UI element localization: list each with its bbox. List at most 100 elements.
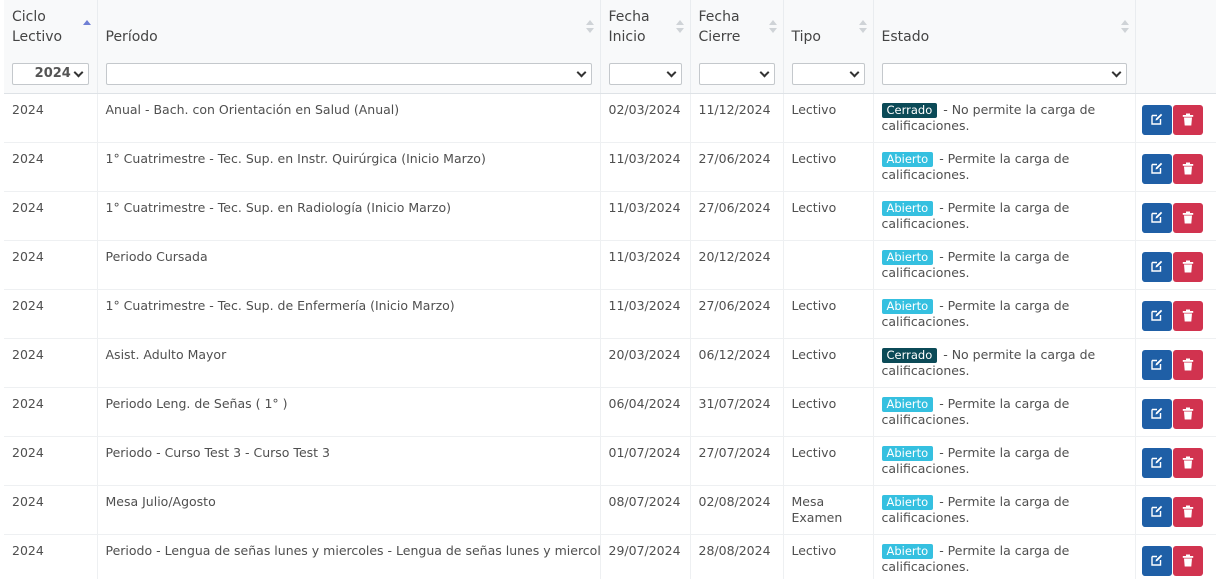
sort-icon[interactable] [768,20,777,34]
cell-ciclo: 2024 [4,240,98,290]
delete-button[interactable] [1172,153,1203,184]
edit-button[interactable] [1141,202,1172,233]
sort-icon[interactable] [585,20,594,34]
edit-button[interactable] [1141,398,1172,429]
sort-icon[interactable] [675,20,684,34]
edit-button[interactable] [1141,251,1172,282]
header-row: Ciclo Lectivo Período Fecha Inicio Fecha… [4,0,1216,56]
delete-button[interactable] [1172,398,1203,429]
sort-icon[interactable] [858,20,867,34]
cell-estado: Abierto - Permite la carga de calificaci… [873,485,1136,535]
cell-fecha-cierre: 20/12/2024 [690,240,784,290]
status-badge: Abierto [881,249,934,265]
cell-periodo: Periodo - Curso Test 3 - Curso Test 3 [97,436,601,486]
filter-estado-select[interactable] [881,63,1127,86]
cell-fecha-cierre: 31/07/2024 [690,387,784,437]
cell-ciclo: 2024 [4,289,98,339]
delete-button[interactable] [1172,545,1203,576]
cell-periodo: Periodo Leng. de Señas ( 1° ) [97,387,601,437]
delete-button[interactable] [1172,496,1203,527]
column-header-ciclo[interactable]: Ciclo Lectivo [4,0,98,56]
status-badge: Abierto [881,543,934,559]
status-badge: Abierto [881,445,934,461]
cell-estado: Abierto - Permite la carga de calificaci… [873,534,1136,579]
table-body: 2024 Anual - Bach. con Orientación en Sa… [4,93,1216,579]
table-row: 2024 1° Cuatrimestre - Tec. Sup. de Enfe… [4,289,1216,339]
trash-icon [1182,309,1193,321]
column-header-periodo[interactable]: Período [97,0,601,56]
status-badge: Abierto [881,298,934,314]
edit-icon [1150,554,1162,566]
delete-button[interactable] [1172,202,1203,233]
cell-tipo: Lectivo [783,436,874,486]
delete-button[interactable] [1172,300,1203,331]
filter-cell-actions [1135,56,1216,94]
cell-fecha-inicio: 11/03/2024 [600,240,691,290]
filter-inicio-select[interactable] [608,63,682,86]
column-header-tipo-label: Tipo [791,29,821,45]
filter-cell-estado [873,56,1136,94]
cell-tipo: Mesa Examen [783,485,874,535]
cell-ciclo: 2024 [4,436,98,486]
cell-ciclo: 2024 [4,142,98,192]
cell-ciclo: 2024 [4,93,98,143]
cell-tipo: Lectivo [783,289,874,339]
edit-button[interactable] [1141,104,1172,135]
cell-fecha-cierre: 27/07/2024 [690,436,784,486]
filter-tipo-select[interactable] [791,63,865,86]
edit-icon [1150,113,1162,125]
cell-fecha-inicio: 06/04/2024 [600,387,691,437]
delete-button[interactable] [1172,104,1203,135]
table-row: 2024 Periodo Leng. de Señas ( 1° ) 06/04… [4,387,1216,437]
column-header-cierre-line2: Cierre [698,29,741,45]
cell-tipo: Lectivo [783,142,874,192]
sort-icon[interactable] [1120,20,1129,34]
edit-button[interactable] [1141,349,1172,380]
column-header-inicio[interactable]: Fecha Inicio [600,0,691,56]
edit-button[interactable] [1141,447,1172,478]
cell-estado: Abierto - Permite la carga de calificaci… [873,387,1136,437]
filter-cierre-select[interactable] [698,63,775,86]
cell-fecha-inicio: 11/03/2024 [600,191,691,241]
cell-fecha-inicio: 11/03/2024 [600,289,691,339]
cell-actions [1135,142,1216,192]
chevron-down-icon [759,67,769,78]
cell-periodo: 1° Cuatrimestre - Tec. Sup. en Instr. Qu… [97,142,601,192]
cell-fecha-cierre: 11/12/2024 [690,93,784,143]
sort-asc-icon[interactable] [82,20,91,34]
cell-estado: Abierto - Permite la carga de calificaci… [873,436,1136,486]
edit-button[interactable] [1141,153,1172,184]
cell-fecha-cierre: 27/06/2024 [690,142,784,192]
cell-periodo: 1° Cuatrimestre - Tec. Sup. en Radiologí… [97,191,601,241]
filter-periodo-select[interactable] [105,63,592,86]
delete-button[interactable] [1172,349,1203,380]
edit-button[interactable] [1141,545,1172,576]
edit-icon [1150,456,1162,468]
edit-button[interactable] [1141,496,1172,527]
edit-icon [1150,358,1162,370]
cell-actions [1135,289,1216,339]
column-header-inicio-line1: Fecha [608,9,650,25]
column-header-periodo-label: Período [105,29,158,45]
delete-button[interactable] [1172,251,1203,282]
cell-fecha-inicio: 29/07/2024 [600,534,691,579]
chevron-down-icon [576,67,586,78]
filter-ciclo-select[interactable]: 2024 [12,63,89,86]
column-header-tipo[interactable]: Tipo [783,0,874,56]
cell-periodo: Asist. Adulto Mayor [97,338,601,388]
trash-icon [1182,113,1193,125]
status-badge: Cerrado [881,102,938,118]
chevron-down-icon [73,67,83,78]
column-header-estado[interactable]: Estado [873,0,1136,56]
cell-actions [1135,191,1216,241]
table-row: 2024 1° Cuatrimestre - Tec. Sup. en Radi… [4,191,1216,241]
delete-button[interactable] [1172,447,1203,478]
cell-estado: Abierto - Permite la carga de calificaci… [873,240,1136,290]
cell-periodo: Anual - Bach. con Orientación en Salud (… [97,93,601,143]
trash-icon [1182,260,1193,272]
edit-button[interactable] [1141,300,1172,331]
cell-tipo [783,240,874,290]
filter-cell-inicio [600,56,691,94]
column-header-cierre[interactable]: Fecha Cierre [690,0,784,56]
cell-actions [1135,93,1216,143]
